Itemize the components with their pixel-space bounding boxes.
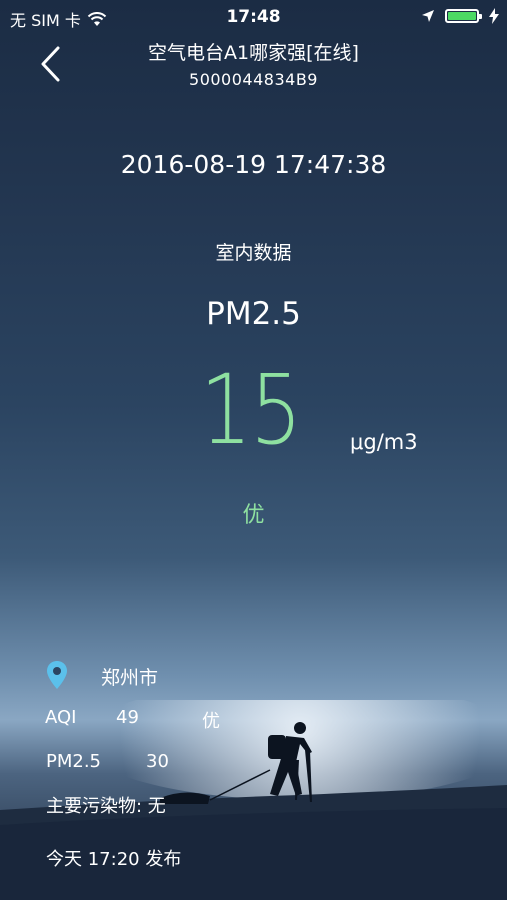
- device-id: 5000044834B9: [189, 70, 318, 89]
- unit-label: μg/m3: [350, 430, 418, 454]
- outdoor-pm25-label: PM2.5: [46, 751, 102, 772]
- outdoor-pm25-value: 30: [146, 751, 169, 772]
- pm25-value: 15: [200, 354, 302, 466]
- air-quality-level: 优: [242, 503, 265, 528]
- aqi-level: 优: [202, 711, 220, 732]
- location-arrow-icon: [422, 10, 434, 22]
- status-bar: 无 SIM 卡 17:48: [0, 0, 507, 34]
- publish-time: 今天 17:20 发布: [46, 849, 182, 870]
- aqi-value: 49: [116, 707, 139, 728]
- location-pin-icon: [47, 661, 67, 689]
- battery-icon: [445, 9, 482, 23]
- reading-datetime: 2016-08-19 17:47:38: [120, 150, 387, 179]
- battery-fill: [448, 12, 476, 20]
- metric-label: PM2.5: [206, 296, 301, 332]
- charging-icon: [489, 8, 499, 24]
- device-title: 空气电台A1哪家强[在线]: [148, 42, 359, 64]
- city-name: 郑州市: [101, 667, 159, 689]
- section-label: 室内数据: [215, 242, 292, 264]
- status-right: [421, 8, 499, 24]
- aqi-label: AQI: [45, 707, 77, 728]
- main-pollutant: 主要污染物: 无: [46, 796, 166, 817]
